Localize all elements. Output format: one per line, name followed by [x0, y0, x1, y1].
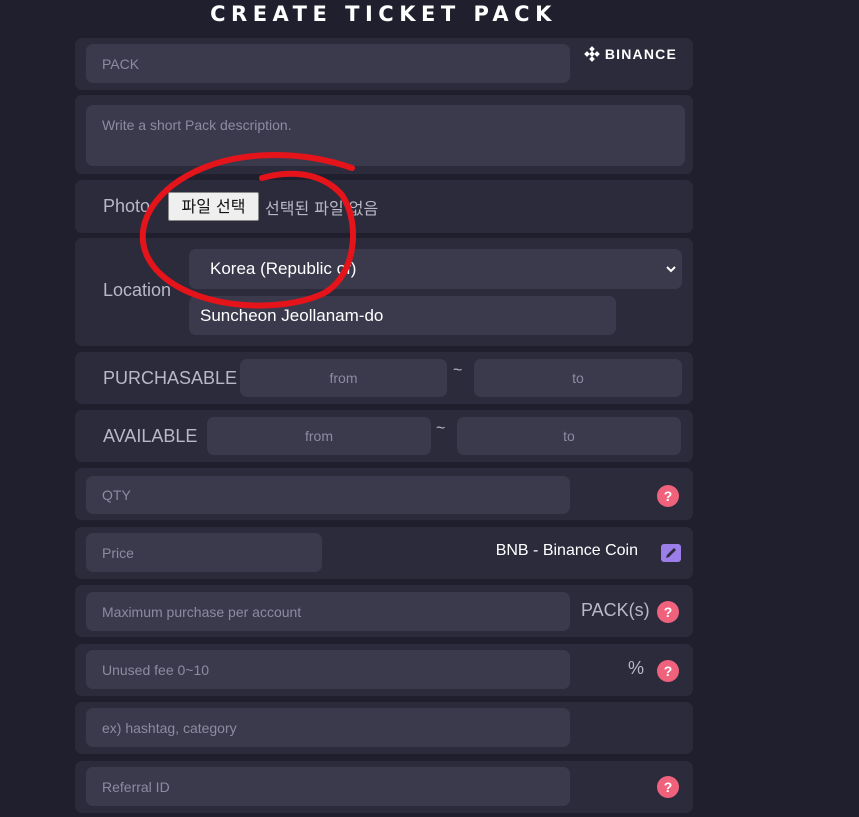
referral-help-icon[interactable]: ? [657, 776, 679, 798]
binance-brand-text: BINANCE [604, 46, 677, 62]
referral-input[interactable]: Referral ID [86, 767, 570, 806]
max-purchase-row: Maximum purchase per account PACK(s) ? [75, 585, 693, 637]
price-input[interactable]: Price [86, 533, 322, 572]
unused-fee-placeholder: Unused fee 0~10 [102, 661, 210, 678]
purchasable-separator: ~ [453, 362, 463, 379]
max-purchase-placeholder: Maximum purchase per account [102, 603, 302, 620]
qty-input[interactable]: QTY [86, 476, 570, 514]
referral-placeholder: Referral ID [102, 778, 170, 795]
hashtag-placeholder: ex) hashtag, category [102, 719, 237, 736]
pack-name-placeholder: PACK [102, 55, 140, 72]
photo-label: Photo [103, 196, 151, 216]
available-to-input[interactable]: to [457, 417, 681, 455]
price-placeholder: Price [102, 544, 134, 561]
description-textarea[interactable]: Write a short Pack description. [86, 105, 685, 166]
description-placeholder: Write a short Pack description. [102, 117, 292, 133]
available-from-placeholder: from [305, 428, 333, 444]
purchasable-row: PURCHASABLE from ~ to [75, 352, 693, 404]
file-status-text: 선택된 파일 없음 [265, 199, 379, 218]
unused-fee-input[interactable]: Unused fee 0~10 [86, 650, 570, 689]
available-label: AVAILABLE [103, 426, 198, 446]
purchasable-to-input[interactable]: to [474, 359, 682, 397]
qty-help-icon[interactable]: ? [657, 485, 679, 507]
country-select[interactable]: Korea (Republic of) [189, 249, 682, 289]
max-purchase-input[interactable]: Maximum purchase per account [86, 592, 570, 631]
purchasable-label: PURCHASABLE [103, 368, 238, 388]
purchasable-from-placeholder: from [329, 370, 358, 386]
photo-row: Photo 파일 선택 선택된 파일 없음 [75, 180, 693, 233]
location-row: Location Korea (Republic of) Suncheon Je… [75, 238, 693, 346]
description-row: Write a short Pack description. [75, 95, 693, 174]
available-separator: ~ [436, 420, 446, 437]
qty-row: QTY ? [75, 468, 693, 520]
hashtag-row: ex) hashtag, category [75, 702, 693, 754]
pencil-icon [666, 548, 676, 558]
available-row: AVAILABLE from ~ to [75, 410, 693, 462]
unused-fee-help-icon[interactable]: ? [657, 660, 679, 682]
pack-row: PACK BINANCE [75, 38, 693, 90]
region-input-value: Suncheon Jeollanam-do [200, 305, 384, 325]
chevron-down-icon [666, 266, 676, 273]
location-label: Location [103, 280, 172, 300]
available-from-input[interactable]: from [207, 417, 431, 455]
region-input[interactable]: Suncheon Jeollanam-do [189, 296, 616, 335]
unused-fee-unit: % [628, 658, 645, 678]
max-purchase-unit: PACK(s) [581, 600, 650, 620]
unused-fee-row: Unused fee 0~10 % ? [75, 644, 693, 696]
currency-label: BNB - Binance Coin [495, 542, 638, 559]
country-select-value: Korea (Republic of) [210, 259, 357, 278]
binance-icon [583, 46, 600, 62]
max-purchase-help-icon[interactable]: ? [657, 601, 679, 623]
referral-row: Referral ID ? [75, 761, 693, 813]
pack-name-input[interactable]: PACK [86, 44, 570, 83]
price-row: Price BNB - Binance Coin [75, 527, 693, 579]
qty-placeholder: QTY [102, 487, 131, 503]
binance-logo: BINANCE [583, 46, 677, 62]
page-title: CREATE TICKET PACK [210, 2, 557, 26]
edit-currency-icon[interactable] [661, 544, 681, 562]
purchasable-from-input[interactable]: from [240, 359, 447, 397]
choose-file-button[interactable]: 파일 선택 [168, 192, 259, 221]
hashtag-input[interactable]: ex) hashtag, category [86, 708, 570, 747]
purchasable-to-placeholder: to [572, 370, 584, 386]
available-to-placeholder: to [563, 428, 575, 444]
